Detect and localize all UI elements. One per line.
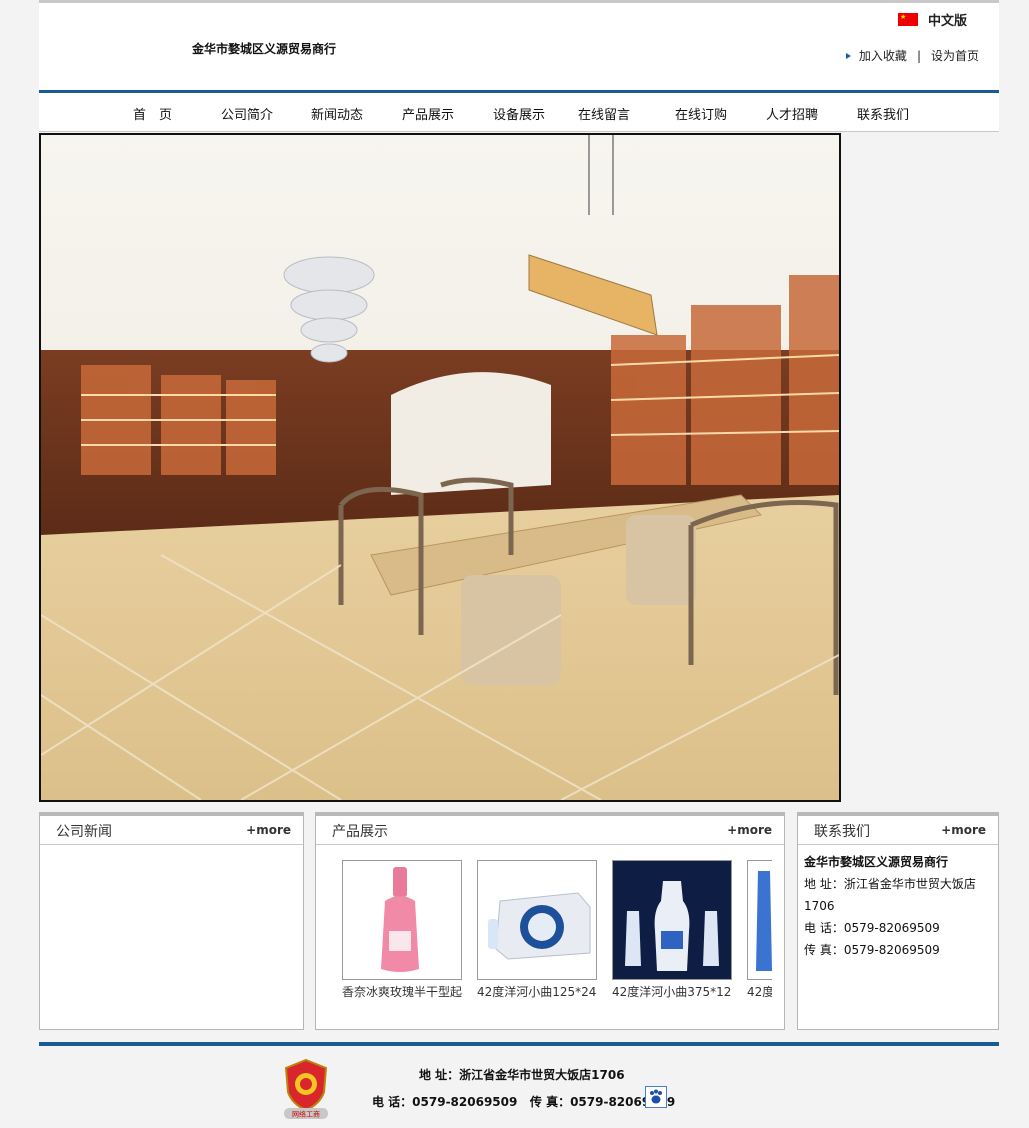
product-image-yanghe-125[interactable]	[477, 860, 597, 980]
nav-equipment[interactable]: 设备展示	[493, 104, 545, 123]
products-more-link[interactable]: +more	[727, 823, 772, 837]
contact-more-link[interactable]: +more	[941, 823, 986, 837]
hero-banner-image	[39, 133, 841, 802]
svg-text:网络工商: 网络工商	[292, 1110, 320, 1119]
china-flag-icon	[897, 13, 918, 26]
product-item[interactable]: 42度洋河小曲125*24	[477, 860, 597, 1000]
product-item[interactable]: 香奈冰爽玫瑰半干型起	[342, 860, 462, 1000]
contact-fax: 传 真：0579-82069509	[804, 943, 940, 957]
paw-stats-icon[interactable]	[645, 1086, 667, 1108]
business-license-badge-icon[interactable]: 网络工商	[280, 1058, 332, 1120]
nav-jobs[interactable]: 人才招聘	[766, 104, 818, 123]
company-name: 金华市婺城区义源贸易商行	[192, 42, 337, 56]
add-favorite-link[interactable]: 加入收藏	[859, 47, 907, 64]
contact-details: 金华市婺城区义源贸易商行 地 址：浙江省金华市世贸大饭店1706 电 话：057…	[798, 845, 998, 961]
contact-company: 金华市婺城区义源贸易商行	[804, 855, 949, 869]
news-panel: 公司新闻 +more	[39, 812, 304, 1030]
contact-panel: 联系我们 +more 金华市婺城区义源贸易商行 地 址：浙江省金华市世贸大饭店1…	[797, 812, 999, 1030]
footer-address: 地 址：浙江省金华市世贸大饭店1706	[419, 1068, 625, 1082]
nav-message[interactable]: 在线留言	[578, 104, 630, 123]
quick-links: 加入收藏 | 设为首页	[845, 47, 979, 64]
contact-address: 地 址：浙江省金华市世贸大饭店1706	[804, 877, 976, 913]
news-panel-header: 公司新闻 +more	[40, 816, 303, 845]
product-carousel: 香奈冰爽玫瑰半干型起 42度洋河小曲125*24 42度洋河小曲375*12 4…	[342, 860, 772, 1010]
products-panel-header: 产品展示 +more	[316, 816, 784, 845]
language-switch[interactable]: 中文版	[897, 10, 967, 29]
language-label[interactable]: 中文版	[928, 10, 967, 29]
nav-contact[interactable]: 联系我们	[857, 104, 909, 123]
set-homepage-link[interactable]: 设为首页	[931, 47, 979, 64]
nav-home[interactable]: 首 页	[133, 104, 172, 123]
news-panel-title: 公司新闻	[56, 824, 112, 840]
nav-products[interactable]: 产品展示	[402, 104, 454, 123]
site-header: 金华市婺城区义源贸易商行 中文版 加入收藏 | 设为首页	[39, 0, 999, 90]
contact-tel: 电 话：0579-82069509	[804, 921, 940, 935]
product-item[interactable]: 42度洋河小曲375*12	[612, 860, 732, 1000]
arrow-right-icon	[845, 52, 851, 59]
product-caption[interactable]: 42度	[747, 983, 772, 1000]
nav-order[interactable]: 在线订购	[675, 104, 727, 123]
product-caption[interactable]: 42度洋河小曲125*24	[477, 983, 602, 1000]
nav-news[interactable]: 新闻动态	[311, 104, 363, 123]
product-caption[interactable]: 42度洋河小曲375*12	[612, 983, 737, 1000]
products-panel-title: 产品展示	[332, 824, 388, 840]
product-image-yanghe-partial[interactable]	[747, 860, 772, 980]
products-panel: 产品展示 +more 香奈冰爽玫瑰半干型起 42度洋河小曲125*24 42度洋…	[315, 812, 785, 1030]
product-item[interactable]: 42度	[747, 860, 772, 1000]
site-footer: 网络工商 地 址：浙江省金华市世贸大饭店1706 电 话：0579-820695…	[39, 1042, 999, 1128]
main-nav: 首 页 公司简介 新闻动态 产品展示 设备展示 在线留言 在线订购 人才招聘 联…	[39, 90, 999, 132]
product-image-yanghe-375[interactable]	[612, 860, 732, 980]
contact-panel-title: 联系我们	[814, 824, 870, 840]
separator: |	[916, 48, 921, 63]
nav-about[interactable]: 公司简介	[221, 104, 273, 123]
news-more-link[interactable]: +more	[246, 823, 291, 837]
product-caption[interactable]: 香奈冰爽玫瑰半干型起	[342, 983, 467, 1000]
product-image-rose-wine[interactable]	[342, 860, 462, 980]
contact-panel-header: 联系我们 +more	[798, 816, 998, 845]
footer-tel-fax: 电 话：0579-82069509 传 真：0579-82069509	[372, 1095, 676, 1109]
